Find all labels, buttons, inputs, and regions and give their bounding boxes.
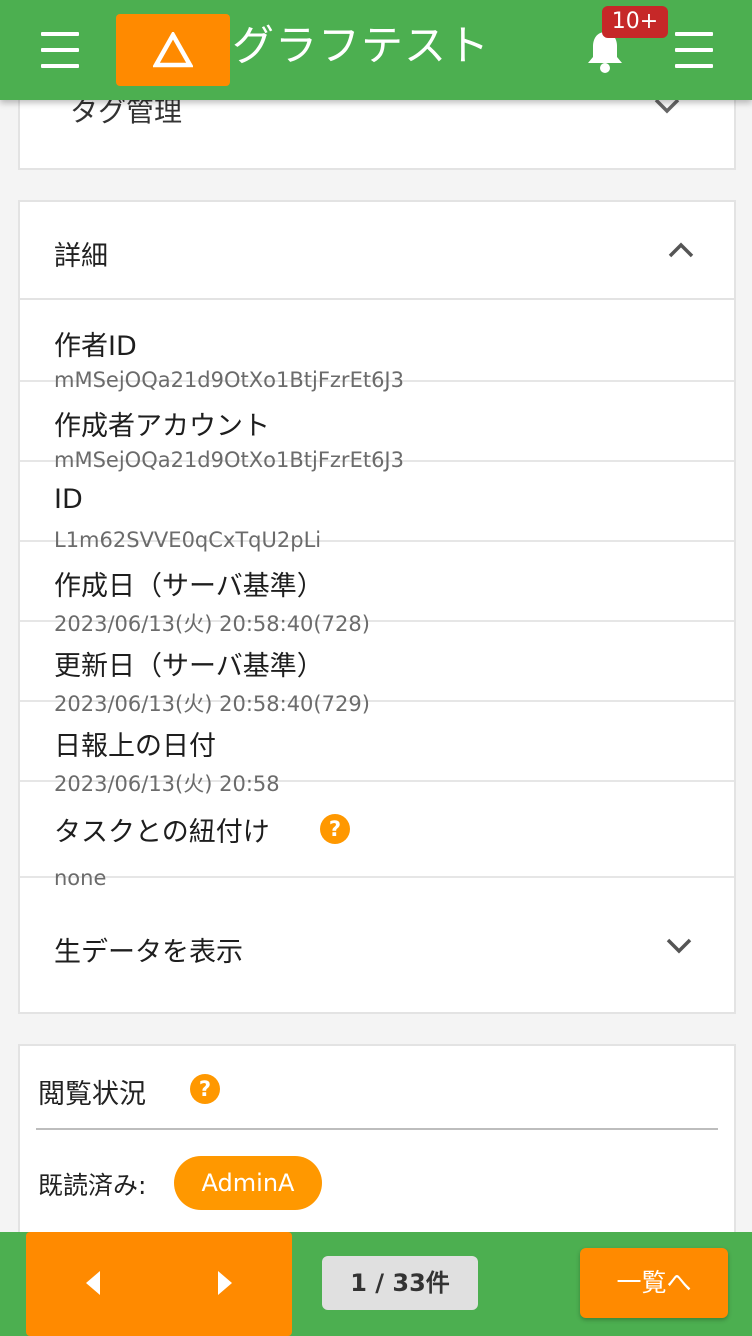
field-label: 作成日（サーバ基準） <box>54 571 324 602</box>
help-icon[interactable]: ? <box>320 814 350 844</box>
detail-row-created-at: 作成日（サーバ基準） 2023/06/13(火) 20:58:40(728) <box>20 542 734 636</box>
back-to-list-button[interactable]: 一覧へ <box>580 1248 728 1318</box>
detail-row-author-id: 作者ID mMSejOQa21d9OtXo1BtjFzrEt6J3 <box>20 302 734 392</box>
bottom-bar: 1 / 33件 一覧へ <box>0 1232 752 1336</box>
page: グラフテスト 10+ タグ管理 詳細 作者ID mMSejOQa21d9OtXo… <box>0 0 752 1336</box>
field-label: 作成者アカウント <box>54 411 270 442</box>
detail-row-updated-at: 更新日（サーバ基準） 2023/06/13(火) 20:58:40(729) <box>20 622 734 716</box>
read-label: 既読済み: <box>38 1171 147 1200</box>
field-label: 作者ID <box>54 331 137 362</box>
field-label: タスクとの紐付け <box>54 817 270 848</box>
detail-row-creator-account: 作成者アカウント mMSejOQa21d9OtXo1BtjFzrEt6J3 <box>20 382 734 472</box>
triangle-logo-icon <box>153 32 193 68</box>
hamburger-menu-icon[interactable] <box>40 32 80 68</box>
options-menu-icon[interactable] <box>674 32 714 68</box>
page-count: 1 / 33件 <box>322 1256 478 1310</box>
app-header: グラフテスト 10+ <box>0 0 752 100</box>
detail-section: 詳細 作者ID mMSejOQa21d9OtXo1BtjFzrEt6J3 作成者… <box>18 200 736 1014</box>
field-value: none <box>54 866 107 890</box>
previous-arrow-icon[interactable] <box>78 1268 108 1298</box>
help-icon[interactable]: ? <box>190 1074 220 1104</box>
reader-chip[interactable]: AdminA <box>174 1156 322 1210</box>
field-label: 日報上の日付 <box>54 731 216 762</box>
raw-data-toggle[interactable]: 生データを表示 <box>20 898 734 994</box>
raw-data-label: 生データを表示 <box>54 937 243 968</box>
notification-count-badge: 10+ <box>602 6 668 38</box>
detail-row-task-link: タスクとの紐付け ? none <box>20 782 734 890</box>
pager-nav <box>26 1232 292 1336</box>
read-status-title: 閲覧状況 <box>38 1079 146 1110</box>
read-status-section: 閲覧状況 ? 既読済み: AdminA <box>18 1044 736 1254</box>
chevron-up-icon[interactable] <box>666 240 696 260</box>
detail-row-id: ID L1m62SVVE0qCxTqU2pLi <box>20 462 734 552</box>
divider <box>36 1128 718 1130</box>
app-title: グラフテスト <box>232 21 491 70</box>
detail-section-header[interactable]: 詳細 <box>20 202 734 300</box>
field-label: ID <box>54 484 83 515</box>
next-arrow-icon[interactable] <box>210 1268 240 1298</box>
detail-row-report-date: 日報上の日付 2023/06/13(火) 20:58 <box>20 702 734 796</box>
field-label: 更新日（サーバ基準） <box>54 651 324 682</box>
detail-section-title: 詳細 <box>54 241 108 272</box>
chevron-down-icon[interactable] <box>664 936 694 956</box>
logo-button[interactable] <box>116 14 230 86</box>
